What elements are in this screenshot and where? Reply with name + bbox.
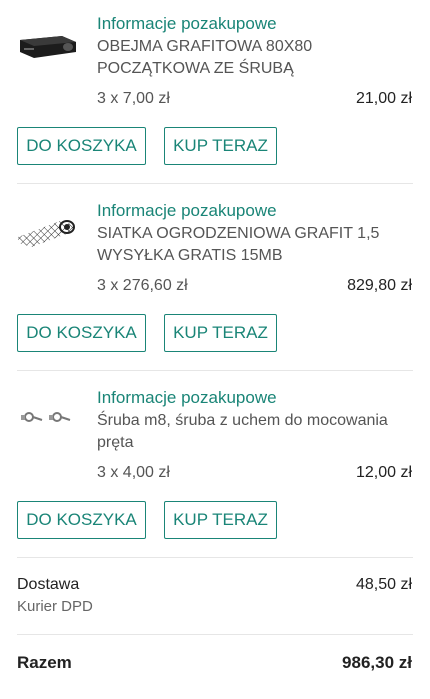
product-thumbnail[interactable] bbox=[16, 400, 78, 436]
quantity-price: 3 x 276,60 zł bbox=[97, 277, 188, 294]
add-to-cart-button[interactable]: DO KOSZYKA bbox=[17, 314, 146, 352]
quantity-price: 3 x 7,00 zł bbox=[97, 90, 170, 107]
product-name[interactable]: Śruba m8, śruba z uchem do mocowania prę… bbox=[97, 410, 417, 454]
delivery-label: Dostawa bbox=[17, 576, 80, 593]
product-name[interactable]: OBEJMA GRAFITOWA 80X80 POCZĄTKOWA ZE ŚRU… bbox=[97, 36, 417, 80]
delivery-price: 48,50 zł bbox=[355, 576, 412, 593]
post-purchase-info-link[interactable]: Informacje pozakupowe bbox=[97, 14, 277, 34]
add-to-cart-button[interactable]: DO KOSZYKA bbox=[17, 127, 146, 165]
buy-now-button[interactable]: KUP TERAZ bbox=[164, 501, 277, 539]
divider bbox=[17, 634, 413, 635]
divider bbox=[17, 183, 413, 184]
eye-bolt-icon bbox=[21, 412, 71, 422]
mesh-roll-icon bbox=[18, 220, 75, 247]
product-thumbnail[interactable] bbox=[16, 30, 78, 66]
projector-bracket-icon bbox=[20, 36, 76, 58]
total-label: Razem bbox=[17, 653, 72, 672]
buy-now-button[interactable]: KUP TERAZ bbox=[164, 314, 277, 352]
divider bbox=[17, 370, 413, 371]
delivery-method: Kurier DPD bbox=[17, 598, 93, 615]
divider bbox=[17, 557, 413, 558]
item-total: 829,80 zł bbox=[347, 277, 412, 294]
quantity-price: 3 x 4,00 zł bbox=[97, 464, 170, 481]
product-thumbnail[interactable] bbox=[16, 213, 78, 249]
buy-now-button[interactable]: KUP TERAZ bbox=[164, 127, 277, 165]
item-total: 12,00 zł bbox=[355, 464, 412, 481]
total-price: 986,30 zł bbox=[342, 653, 412, 672]
item-total: 21,00 zł bbox=[355, 90, 412, 107]
add-to-cart-button[interactable]: DO KOSZYKA bbox=[17, 501, 146, 539]
post-purchase-info-link[interactable]: Informacje pozakupowe bbox=[97, 201, 277, 221]
post-purchase-info-link[interactable]: Informacje pozakupowe bbox=[97, 388, 277, 408]
product-name[interactable]: SIATKA OGRODZENIOWA GRAFIT 1,5 WYSYŁKA G… bbox=[97, 223, 417, 267]
